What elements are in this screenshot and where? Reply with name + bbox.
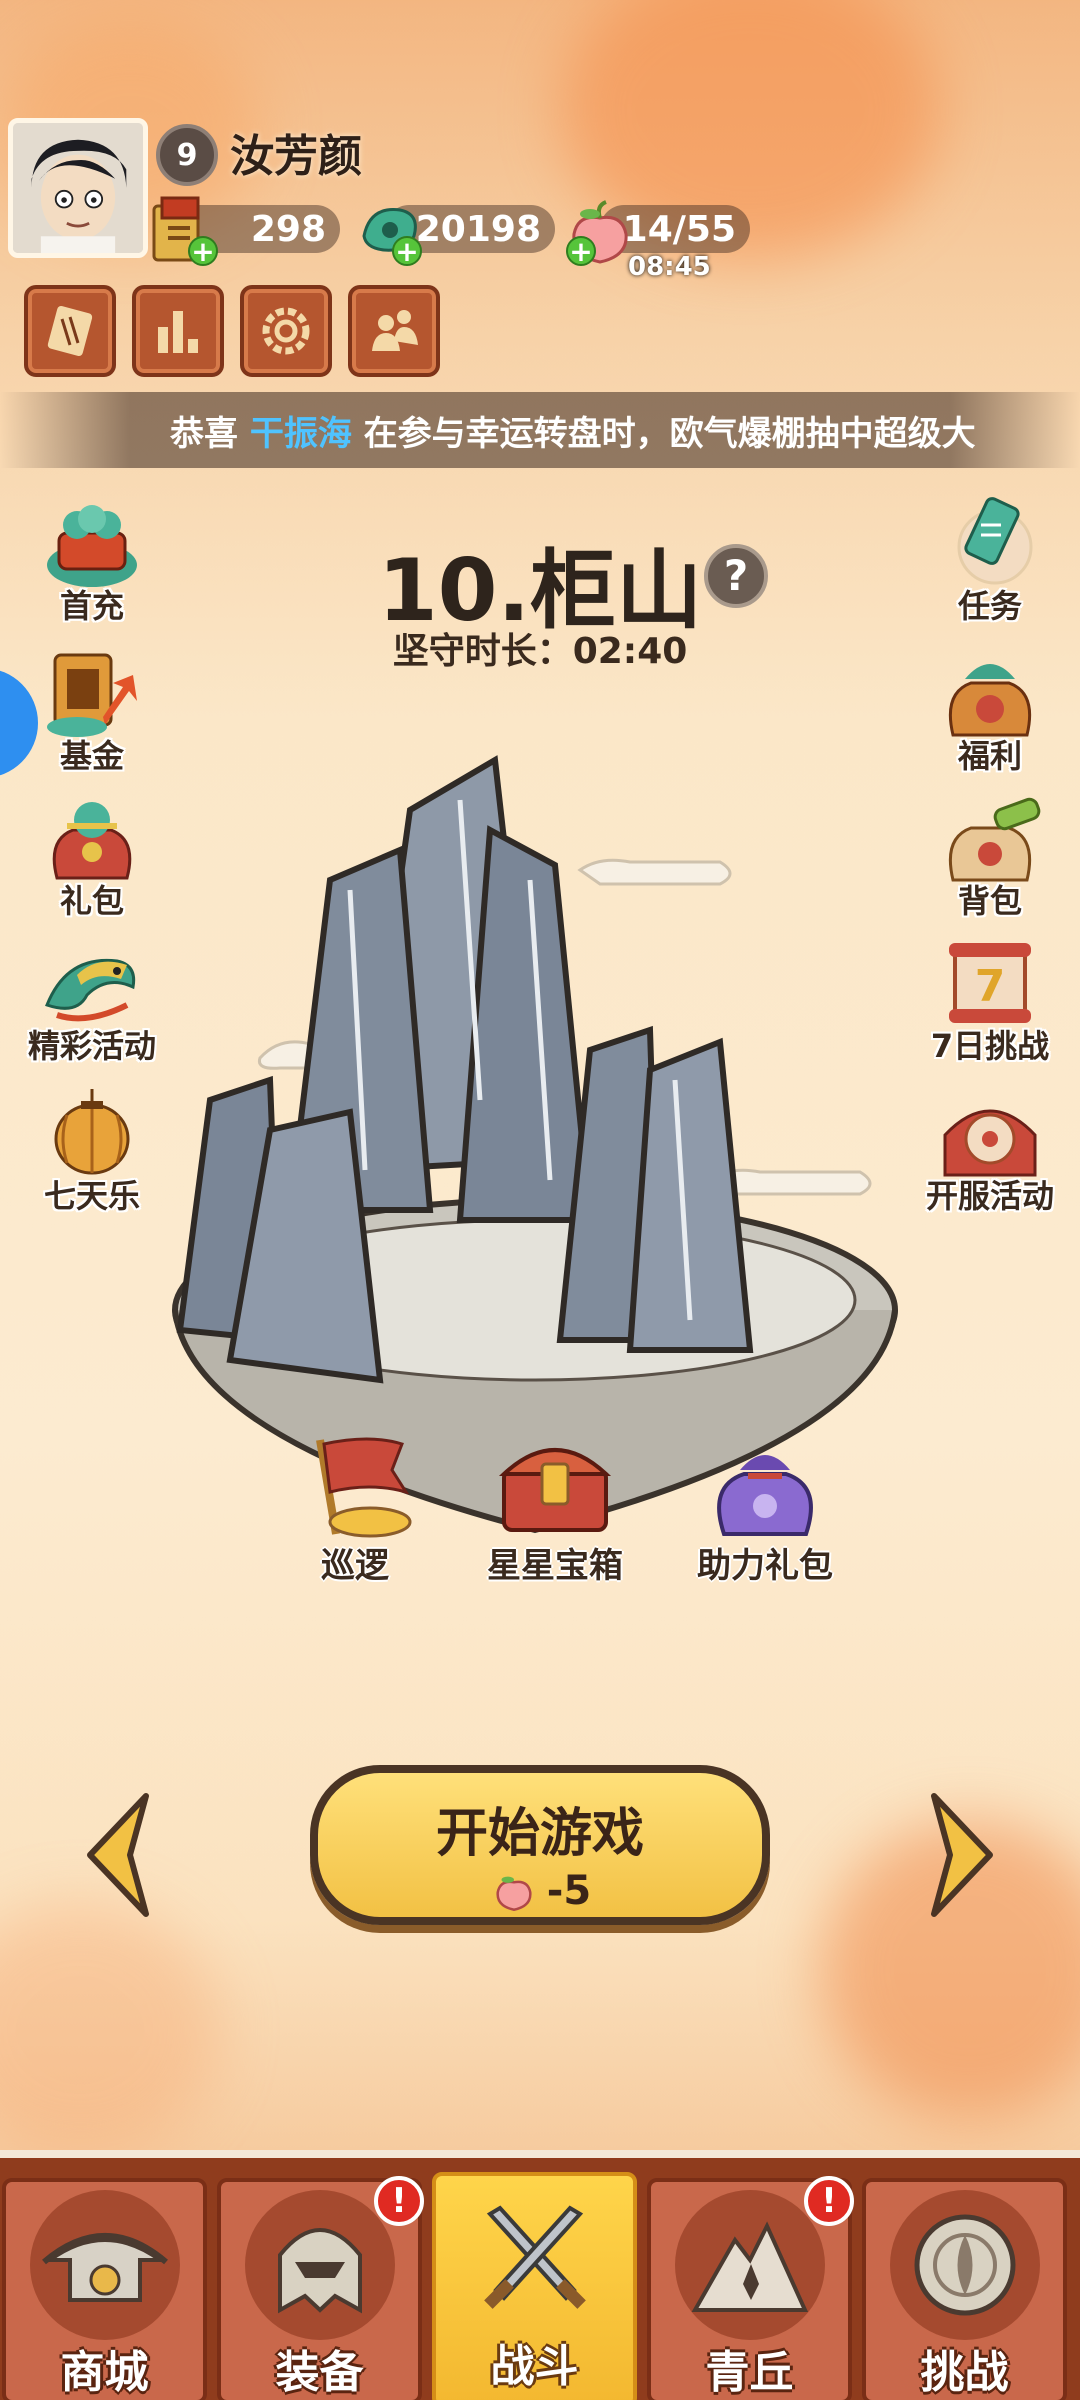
patrol-flag-icon	[316, 1437, 412, 1538]
add-tickets-icon[interactable]: +	[188, 236, 218, 266]
alert-badge: !	[374, 2176, 424, 2226]
lantern-icon	[54, 1089, 130, 1175]
purple-gift-bag-icon	[717, 1455, 813, 1536]
jade-icon[interactable]: +	[350, 192, 430, 272]
start-game-label: 开始游戏	[435, 1804, 644, 1864]
tab-label: 装备	[275, 2347, 364, 2398]
alert-badge: !	[804, 2176, 854, 2226]
helmet-icon	[277, 2228, 362, 2314]
dragon-event-icon	[45, 958, 136, 1022]
shop-pavilion-icon	[41, 2233, 168, 2302]
player-name: 汝芳颜	[230, 131, 362, 182]
question-icon[interactable]: ?	[704, 544, 768, 608]
crossed-swords-icon	[483, 2205, 586, 2309]
side-item-server-events[interactable]: 开服活动	[910, 1085, 1070, 1215]
peach-icon	[496, 1876, 532, 1912]
side-item-seven-days[interactable]: 七天乐	[12, 1085, 172, 1215]
side-item-label: 精彩活动	[27, 1027, 156, 1065]
tab-challenge[interactable]: 挑战	[862, 2178, 1067, 2400]
side-item-gift-pack[interactable]: 礼包	[12, 790, 172, 920]
scroll-menu-button[interactable]	[24, 285, 116, 377]
tab-qingqiu[interactable]: 青丘 !	[647, 2176, 854, 2400]
challenge-banner-icon: 7	[949, 943, 1031, 1023]
compass-disc-icon	[914, 2214, 1015, 2316]
side-item-7day-challenge[interactable]: 7 7日挑战	[910, 935, 1070, 1065]
side-item-label: 七天乐	[43, 1177, 140, 1215]
chest-label: 助力礼包	[697, 1546, 833, 1586]
tab-label: 商城	[60, 2347, 149, 2398]
side-item-label: 7日挑战	[930, 1027, 1050, 1065]
ticker-suffix: 在参与幸运转盘时，欧气爆棚抽中超级大	[351, 414, 976, 454]
prev-stage-arrow-icon[interactable]	[80, 1790, 160, 1920]
chest-label: 巡逻	[321, 1546, 389, 1586]
tab-label: 青丘	[705, 2347, 794, 2398]
side-item-label: 基金	[59, 737, 124, 775]
ticker-text: 恭喜 干振海 在参与幸运转盘时，欧气爆棚抽中超级大	[170, 406, 976, 455]
tab-equipment[interactable]: 装备 !	[217, 2176, 424, 2400]
patrol-button[interactable]: 巡逻	[270, 1430, 440, 1587]
backpack-icon	[948, 797, 1041, 882]
tab-battle[interactable]: 战斗	[432, 2172, 637, 2400]
chest-label: 星星宝箱	[487, 1546, 623, 1586]
jade-value: 20198	[415, 208, 541, 250]
add-stamina-icon[interactable]: +	[566, 236, 596, 266]
stage-mountain-illustration[interactable]	[160, 740, 900, 1540]
assist-gift-button[interactable]: 助力礼包	[680, 1430, 850, 1587]
hold-time-label: 坚守时长：	[392, 631, 573, 672]
server-event-icon	[943, 1109, 1037, 1177]
side-item-label: 开服活动	[925, 1177, 1054, 1215]
tickets-value: 298	[250, 208, 326, 250]
ticket-icon[interactable]: +	[144, 192, 224, 272]
side-item-backpack[interactable]: 背包	[910, 790, 1070, 920]
side-item-label: 背包	[957, 882, 1022, 920]
ticker-prefix: 恭喜	[170, 414, 250, 454]
treasure-chest-icon	[498, 1448, 612, 1532]
tab-label: 挑战	[920, 2347, 1009, 2398]
tab-shop[interactable]: 商城	[2, 2178, 207, 2400]
start-game-cost: -5	[318, 1866, 762, 1916]
gift-bag-icon	[52, 802, 132, 880]
announcement-ticker: 恭喜 干振海 在参与幸运转盘时，欧气爆棚抽中超级大	[0, 392, 1080, 468]
friends-button[interactable]	[348, 285, 440, 377]
start-game-button[interactable]: 开始游戏 -5	[310, 1765, 770, 1925]
mountain-peak-icon	[691, 2221, 808, 2312]
add-jade-icon[interactable]: +	[392, 236, 422, 266]
ranking-icon	[158, 311, 198, 353]
bottom-nav: 商城 装备 ! 战斗 青丘 ! 挑战	[0, 2150, 1080, 2400]
side-item-events[interactable]: 精彩活动	[12, 935, 172, 1065]
friends-icon	[372, 310, 418, 351]
next-stage-arrow-icon[interactable]	[920, 1790, 1000, 1920]
side-item-label: 福利	[957, 737, 1022, 775]
side-item-label: 礼包	[59, 882, 124, 920]
stamina-timer: 08:45	[628, 252, 711, 282]
tab-label: 战斗	[490, 2341, 579, 2392]
star-chest-button[interactable]: 星星宝箱	[470, 1430, 640, 1587]
ticker-player-name: 干振海	[249, 414, 352, 454]
player-avatar[interactable]	[8, 118, 148, 258]
svg-text:7: 7	[975, 961, 1006, 1012]
settings-button[interactable]	[240, 285, 332, 377]
gear-icon	[262, 307, 310, 355]
hold-time: 坚守时长：02:40	[0, 622, 1080, 674]
ranking-button[interactable]	[132, 285, 224, 377]
scroll-icon	[47, 305, 93, 357]
start-game-cost-value: -5	[546, 1868, 592, 1914]
player-level-badge: 9	[156, 124, 218, 186]
hold-time-value: 02:40	[572, 631, 688, 672]
